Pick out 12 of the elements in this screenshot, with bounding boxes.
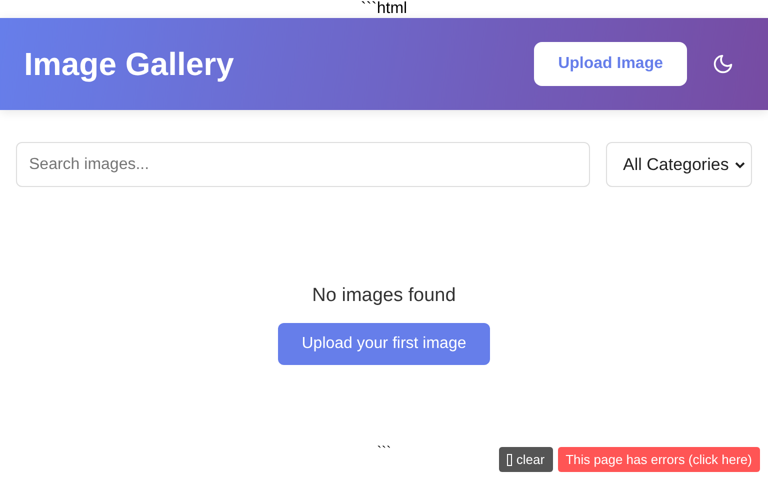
- moon-icon[interactable]: [712, 53, 734, 75]
- category-select[interactable]: All Categories: [606, 142, 752, 187]
- chevron-down-icon: [735, 160, 745, 168]
- code-fence-text: ```html: [360, 0, 408, 17]
- app-title: Image Gallery: [24, 46, 234, 82]
- search-field[interactable]: Search images...: [16, 142, 590, 187]
- error-button[interactable]: This page has errors (click here): [558, 447, 760, 472]
- upload-first-button[interactable]: Upload your first image: [278, 323, 490, 365]
- empty-message: No images found: [312, 285, 456, 307]
- clear-button[interactable]: clear: [499, 447, 553, 472]
- code-fence-text: ```: [377, 443, 391, 459]
- upload-button[interactable]: Upload Image: [534, 42, 687, 86]
